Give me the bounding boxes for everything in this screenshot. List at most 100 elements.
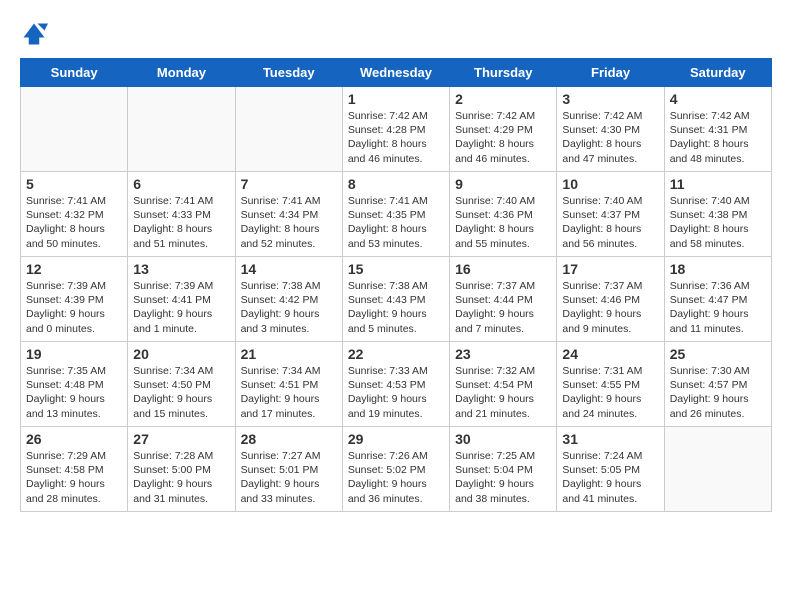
day-info: Sunrise: 7:42 AM Sunset: 4:31 PM Dayligh…: [670, 109, 766, 166]
day-cell: 20Sunrise: 7:34 AM Sunset: 4:50 PM Dayli…: [128, 342, 235, 427]
day-info: Sunrise: 7:41 AM Sunset: 4:35 PM Dayligh…: [348, 194, 444, 251]
day-cell: 6 Sunrise: 7:41 AM Sunset: 4:33 PM Daylig…: [128, 172, 235, 257]
day-info: Sunrise: 7:42 AM Sunset: 4:30 PM Dayligh…: [562, 109, 658, 166]
day-cell: 27 Sunrise: 7:28 AM Sunset: 5:00 PM Dayli…: [128, 427, 235, 512]
logo-icon: [20, 20, 48, 48]
day-number: 11: [670, 176, 766, 192]
day-cell: 22 Sunrise: 7:33 AM Sunset: 4:53 PM Dayli…: [342, 342, 449, 427]
day-cell: 14 Sunrise: 7:38 AM Sunset: 4:42 PM Dayli…: [235, 257, 342, 342]
day-cell: 28 Sunrise: 7:27 AM Sunset: 5:01 PM Dayli…: [235, 427, 342, 512]
day-number: 16: [455, 261, 551, 277]
header-cell-sunday: Sunday: [21, 59, 128, 87]
day-number: 23: [455, 346, 551, 362]
week-row-1: 5 Sunrise: 7:41 AM Sunset: 4:32 PM Daylig…: [21, 172, 772, 257]
day-number: 14: [241, 261, 337, 277]
day-info: Sunrise: 7:37 AM Sunset: 4:46 PM Dayligh…: [562, 279, 658, 336]
day-number: 17: [562, 261, 658, 277]
day-cell: 8 Sunrise: 7:41 AM Sunset: 4:35 PM Daylig…: [342, 172, 449, 257]
day-cell: [235, 87, 342, 172]
day-info: Sunrise: 7:39 AM Sunset: 4:39 PM Dayligh…: [26, 279, 122, 336]
day-info: Sunrise: 7:28 AM Sunset: 5:00 PM Dayligh…: [133, 449, 229, 506]
day-info: Sunrise: 7:37 AM Sunset: 4:44 PM Dayligh…: [455, 279, 551, 336]
day-cell: 12 Sunrise: 7:39 AM Sunset: 4:39 PM Dayli…: [21, 257, 128, 342]
day-cell: 17 Sunrise: 7:37 AM Sunset: 4:46 PM Dayli…: [557, 257, 664, 342]
day-info: Sunrise: 7:34 AM Sunset: 4:51 PM Dayligh…: [241, 364, 337, 421]
day-number: 15: [348, 261, 444, 277]
day-cell: 25 Sunrise: 7:30 AM Sunset: 4:57 PM Dayli…: [664, 342, 771, 427]
day-info: Sunrise: 7:40 AM Sunset: 4:36 PM Dayligh…: [455, 194, 551, 251]
day-info: Sunrise: 7:30 AM Sunset: 4:57 PM Dayligh…: [670, 364, 766, 421]
day-info: Sunrise: 7:32 AM Sunset: 4:54 PM Dayligh…: [455, 364, 551, 421]
day-number: 1: [348, 91, 444, 107]
day-info: Sunrise: 7:26 AM Sunset: 5:02 PM Dayligh…: [348, 449, 444, 506]
day-cell: 15Sunrise: 7:38 AM Sunset: 4:43 PM Dayli…: [342, 257, 449, 342]
day-info: Sunrise: 7:31 AM Sunset: 4:55 PM Dayligh…: [562, 364, 658, 421]
day-cell: 29 Sunrise: 7:26 AM Sunset: 5:02 PM Dayli…: [342, 427, 449, 512]
week-row-4: 26Sunrise: 7:29 AM Sunset: 4:58 PM Dayli…: [21, 427, 772, 512]
day-info: Sunrise: 7:41 AM Sunset: 4:34 PM Dayligh…: [241, 194, 337, 251]
day-cell: 30 Sunrise: 7:25 AM Sunset: 5:04 PM Dayli…: [450, 427, 557, 512]
day-cell: 3 Sunrise: 7:42 AM Sunset: 4:30 PM Daylig…: [557, 87, 664, 172]
day-info: Sunrise: 7:27 AM Sunset: 5:01 PM Dayligh…: [241, 449, 337, 506]
day-number: 2: [455, 91, 551, 107]
day-info: Sunrise: 7:42 AM Sunset: 4:28 PM Dayligh…: [348, 109, 444, 166]
day-cell: 21 Sunrise: 7:34 AM Sunset: 4:51 PM Dayli…: [235, 342, 342, 427]
day-cell: 10 Sunrise: 7:40 AM Sunset: 4:37 PM Dayli…: [557, 172, 664, 257]
day-number: 22: [348, 346, 444, 362]
day-cell: 26Sunrise: 7:29 AM Sunset: 4:58 PM Dayli…: [21, 427, 128, 512]
day-info: Sunrise: 7:24 AM Sunset: 5:05 PM Dayligh…: [562, 449, 658, 506]
day-number: 25: [670, 346, 766, 362]
day-cell: 11Sunrise: 7:40 AM Sunset: 4:38 PM Dayli…: [664, 172, 771, 257]
day-number: 7: [241, 176, 337, 192]
day-number: 24: [562, 346, 658, 362]
day-number: 6: [133, 176, 229, 192]
calendar-table: SundayMondayTuesdayWednesdayThursdayFrid…: [20, 58, 772, 512]
day-number: 29: [348, 431, 444, 447]
day-info: Sunrise: 7:40 AM Sunset: 4:37 PM Dayligh…: [562, 194, 658, 251]
day-info: Sunrise: 7:29 AM Sunset: 4:58 PM Dayligh…: [26, 449, 122, 506]
page-header: [20, 20, 772, 48]
header-cell-saturday: Saturday: [664, 59, 771, 87]
day-cell: 13 Sunrise: 7:39 AM Sunset: 4:41 PM Dayli…: [128, 257, 235, 342]
day-cell: 23 Sunrise: 7:32 AM Sunset: 4:54 PM Dayli…: [450, 342, 557, 427]
calendar-header: SundayMondayTuesdayWednesdayThursdayFrid…: [21, 59, 772, 87]
calendar-body: 1 Sunrise: 7:42 AM Sunset: 4:28 PM Daylig…: [21, 87, 772, 512]
day-number: 13: [133, 261, 229, 277]
day-number: 5: [26, 176, 122, 192]
header-cell-monday: Monday: [128, 59, 235, 87]
day-info: Sunrise: 7:39 AM Sunset: 4:41 PM Dayligh…: [133, 279, 229, 336]
day-info: Sunrise: 7:36 AM Sunset: 4:47 PM Dayligh…: [670, 279, 766, 336]
day-info: Sunrise: 7:34 AM Sunset: 4:50 PM Dayligh…: [133, 364, 229, 421]
day-number: 3: [562, 91, 658, 107]
day-number: 30: [455, 431, 551, 447]
day-info: Sunrise: 7:25 AM Sunset: 5:04 PM Dayligh…: [455, 449, 551, 506]
day-cell: 1 Sunrise: 7:42 AM Sunset: 4:28 PM Daylig…: [342, 87, 449, 172]
day-cell: 16 Sunrise: 7:37 AM Sunset: 4:44 PM Dayli…: [450, 257, 557, 342]
day-cell: 19 Sunrise: 7:35 AM Sunset: 4:48 PM Dayli…: [21, 342, 128, 427]
day-number: 10: [562, 176, 658, 192]
day-number: 21: [241, 346, 337, 362]
day-number: 27: [133, 431, 229, 447]
day-cell: 2 Sunrise: 7:42 AM Sunset: 4:29 PM Daylig…: [450, 87, 557, 172]
day-number: 4: [670, 91, 766, 107]
day-info: Sunrise: 7:33 AM Sunset: 4:53 PM Dayligh…: [348, 364, 444, 421]
day-info: Sunrise: 7:42 AM Sunset: 4:29 PM Dayligh…: [455, 109, 551, 166]
day-info: Sunrise: 7:41 AM Sunset: 4:33 PM Dayligh…: [133, 194, 229, 251]
day-cell: [21, 87, 128, 172]
day-number: 12: [26, 261, 122, 277]
day-number: 28: [241, 431, 337, 447]
header-cell-thursday: Thursday: [450, 59, 557, 87]
day-number: 8: [348, 176, 444, 192]
day-info: Sunrise: 7:38 AM Sunset: 4:42 PM Dayligh…: [241, 279, 337, 336]
day-number: 19: [26, 346, 122, 362]
week-row-3: 19 Sunrise: 7:35 AM Sunset: 4:48 PM Dayli…: [21, 342, 772, 427]
day-cell: 18Sunrise: 7:36 AM Sunset: 4:47 PM Dayli…: [664, 257, 771, 342]
day-info: Sunrise: 7:41 AM Sunset: 4:32 PM Dayligh…: [26, 194, 122, 251]
day-cell: 4 Sunrise: 7:42 AM Sunset: 4:31 PM Daylig…: [664, 87, 771, 172]
day-info: Sunrise: 7:35 AM Sunset: 4:48 PM Dayligh…: [26, 364, 122, 421]
header-row: SundayMondayTuesdayWednesdayThursdayFrid…: [21, 59, 772, 87]
day-cell: [128, 87, 235, 172]
day-cell: 5 Sunrise: 7:41 AM Sunset: 4:32 PM Daylig…: [21, 172, 128, 257]
day-cell: 7 Sunrise: 7:41 AM Sunset: 4:34 PM Daylig…: [235, 172, 342, 257]
day-cell: [664, 427, 771, 512]
